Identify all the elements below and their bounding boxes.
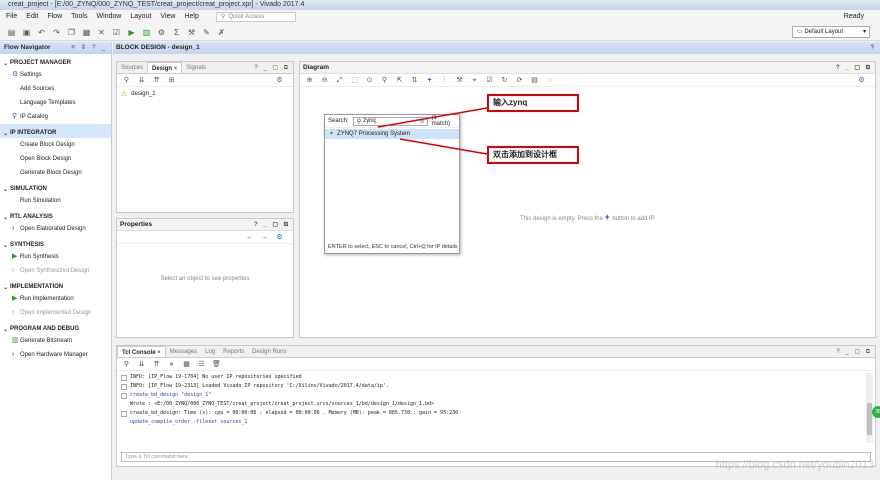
tab-messages[interactable]: Messages [166,346,201,357]
scrollbar-thumb[interactable] [867,403,872,435]
checkbox[interactable] [121,410,127,417]
console-output: INFO: [IP_Flow 19-1704] No user IP repos… [117,371,875,427]
pane-controls[interactable]: ? _ ▢ ⧉ [836,346,872,358]
arrow-to-result [399,138,488,155]
tab-log[interactable]: Log [201,346,219,357]
search-icon[interactable]: ⚲ [121,359,132,370]
tcl-console-panel: Tcl Console × Messages Log Reports Desig… [116,345,876,467]
console-line: create_bd_design: Time (s): cpu = 00:00:… [117,409,875,418]
collapse-all-icon[interactable]: ⇊ [136,359,147,370]
expand-all-icon[interactable]: ⇈ [151,359,162,370]
console-line: INFO: [IP_Flow 19-1704] No user IP repos… [117,373,875,382]
console-line: update_compile_order -fileset sources_1 [130,419,248,425]
checkbox[interactable] [121,383,127,390]
watermark: https://blog.csdn.net/youbin2013 [715,459,874,471]
network-badge-icon: 36 [872,406,880,418]
tab-reports[interactable]: Reports [219,346,248,357]
console-toolbar: ⚲ ⇊ ⇈ ⏸ ▦ ☰ 🗑 [117,358,875,371]
clear-icon[interactable]: 🗑 [211,359,222,370]
close-icon[interactable]: × [157,350,161,356]
console-line: INFO: [IP_Flow 19-2313] Loaded Vivado IP… [117,382,875,391]
pause-icon[interactable]: ⏸ [166,359,177,370]
tab-tcl-console[interactable]: Tcl Console × [117,346,166,357]
tab-design-runs[interactable]: Design Runs [248,346,290,357]
callout-double-click: 双击添加到设计框 [487,146,579,164]
checkbox[interactable] [121,392,127,399]
console-line: create_bd_design "design_1" [117,391,875,400]
copy-icon[interactable]: ▦ [181,359,192,370]
checkbox[interactable] [121,374,127,381]
arrow-to-search [377,107,488,128]
list-icon[interactable]: ☰ [196,359,207,370]
console-tabs: Tcl Console × Messages Log Reports Desig… [117,346,875,358]
callout-type-zynq: 输入zynq [487,94,579,112]
console-line: Wrote : <E:/00_ZYNQ/000_ZYNQ_TEST/creat_… [130,401,435,407]
